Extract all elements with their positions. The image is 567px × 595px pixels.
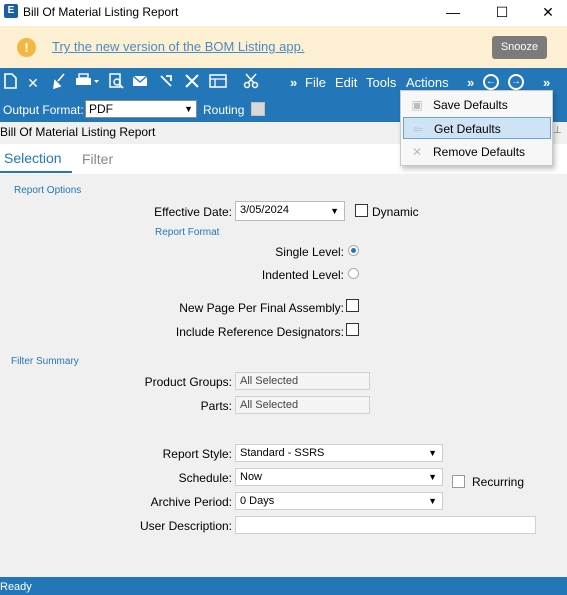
new-page-checkbox[interactable]: [346, 299, 359, 312]
single-level-label: Single Level:: [275, 245, 344, 259]
calendar-dropdown-icon: ▼: [330, 206, 339, 216]
layout-icon[interactable]: [208, 73, 228, 93]
menu-item-label: Save Defaults: [433, 98, 508, 112]
right-overflow-icon[interactable]: »: [543, 75, 550, 90]
menu-tools[interactable]: Tools: [366, 75, 396, 90]
maximize-button[interactable]: ☐: [482, 0, 522, 24]
minimize-button[interactable]: —: [433, 0, 473, 24]
output-format-select[interactable]: PDF ▼: [85, 100, 197, 118]
recurring-checkbox[interactable]: [452, 475, 465, 488]
report-format-heading: Report Format: [155, 227, 220, 238]
pin-icon[interactable]: ⊥: [553, 125, 562, 136]
output-format-label: Output Format:: [3, 103, 84, 117]
new-page-label: New Page Per Final Assembly:: [179, 301, 344, 315]
menu-actions[interactable]: Actions: [406, 75, 449, 90]
menu-item-label: Remove Defaults: [433, 145, 526, 159]
print-icon[interactable]: [73, 73, 101, 93]
attachment-icon[interactable]: [156, 73, 176, 93]
archive-period-label: Archive Period:: [150, 495, 232, 509]
toolbar-overflow-icon[interactable]: »: [290, 75, 297, 90]
clear-broom-icon[interactable]: [49, 73, 69, 93]
chevron-down-icon: ▼: [184, 104, 193, 114]
snooze-button[interactable]: Snooze: [492, 36, 547, 59]
tools-icon[interactable]: [182, 73, 202, 93]
parts-label: Parts:: [200, 399, 232, 413]
try-new-version-link[interactable]: Try the new version of the BOM Listing a…: [52, 39, 304, 54]
report-options-heading: Report Options: [14, 185, 82, 196]
single-level-radio[interactable]: [348, 245, 359, 256]
effective-date-value: 3/05/2024: [240, 204, 289, 216]
menu-item-save-defaults[interactable]: ▣ Save Defaults: [403, 94, 551, 116]
save-icon: ▣: [411, 98, 423, 112]
forward-arrow-icon[interactable]: →: [508, 74, 524, 90]
tab-selection[interactable]: Selection: [4, 150, 62, 166]
user-description-input[interactable]: [235, 516, 536, 534]
user-description-label: User Description:: [139, 519, 232, 533]
recurring-label: Recurring: [472, 475, 525, 489]
menu-file[interactable]: File: [305, 75, 326, 90]
status-bar: [0, 577, 567, 595]
schedule-value: Now: [240, 471, 263, 483]
menu-edit[interactable]: Edit: [335, 75, 357, 90]
chevron-down-icon: ▼: [428, 496, 437, 506]
remove-icon: ✕: [411, 145, 423, 159]
status-text: Ready: [0, 581, 32, 593]
report-title: Bill Of Material Listing Report: [0, 125, 156, 139]
effective-date-field[interactable]: 3/05/2024 ▼: [235, 201, 345, 221]
schedule-select[interactable]: Now ▼: [235, 468, 443, 486]
chevron-down-icon: ▼: [428, 448, 437, 458]
report-style-label: Report Style:: [162, 447, 232, 461]
menu-item-label: Get Defaults: [434, 122, 501, 136]
menu-item-get-defaults[interactable]: ⇦ Get Defaults: [403, 117, 551, 139]
indented-level-radio[interactable]: [348, 268, 359, 279]
back-arrow-icon[interactable]: ←: [483, 74, 499, 90]
print-preview-icon[interactable]: [106, 73, 126, 93]
warning-icon: !: [17, 38, 36, 57]
routing-checkbox[interactable]: [251, 102, 265, 116]
effective-date-label: Effective Date:: [154, 205, 232, 219]
app-icon: E: [4, 4, 18, 18]
product-groups-field: All Selected: [235, 372, 370, 390]
parts-field: All Selected: [235, 396, 370, 414]
report-style-select[interactable]: Standard - SSRS ▼: [235, 444, 443, 462]
routing-label: Routing: [203, 103, 245, 117]
archive-period-value: 0 Days: [240, 495, 275, 507]
menu-overflow-icon[interactable]: »: [467, 75, 474, 90]
menu-item-remove-defaults[interactable]: ✕ Remove Defaults: [403, 141, 551, 163]
include-ref-checkbox[interactable]: [346, 323, 359, 336]
cut-icon[interactable]: [241, 73, 261, 93]
send-mail-icon[interactable]: [131, 73, 151, 93]
chevron-down-icon: ▼: [428, 472, 437, 482]
output-format-value: PDF: [89, 102, 113, 116]
schedule-label: Schedule:: [178, 471, 232, 485]
close-button[interactable]: ✕: [528, 0, 567, 24]
delete-icon[interactable]: ✕: [23, 73, 43, 93]
dynamic-checkbox[interactable]: [355, 204, 368, 217]
include-ref-label: Include Reference Designators:: [175, 325, 344, 339]
window-title: Bill Of Material Listing Report: [23, 5, 179, 19]
tab-filter[interactable]: Filter: [82, 151, 113, 167]
new-icon[interactable]: [0, 73, 20, 93]
get-defaults-icon: ⇦: [412, 122, 424, 136]
dynamic-label: Dynamic: [372, 205, 419, 219]
archive-period-select[interactable]: 0 Days ▼: [235, 492, 443, 510]
indented-level-label: Indented Level:: [261, 268, 344, 282]
product-groups-label: Product Groups:: [144, 375, 232, 389]
report-style-value: Standard - SSRS: [240, 447, 325, 459]
active-tab-indicator: [0, 171, 72, 173]
actions-dropdown-menu: ▣ Save Defaults ⇦ Get Defaults ✕ Remove …: [400, 90, 553, 166]
filter-summary-heading: Filter Summary: [11, 356, 79, 367]
